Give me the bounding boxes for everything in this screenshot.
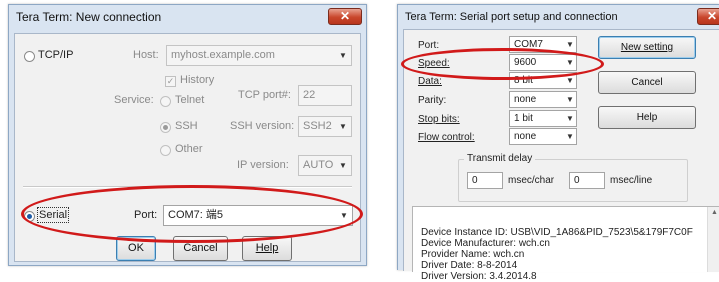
- chevron-down-icon: ▼: [340, 211, 348, 220]
- history-checkbox[interactable]: ✓: [165, 76, 176, 87]
- data-select[interactable]: 8 bit ▼: [509, 72, 577, 89]
- stop-bits-label: Stop bits:: [418, 114, 460, 125]
- char-delay-value: 0: [472, 175, 478, 186]
- other-radio[interactable]: [160, 145, 171, 156]
- device-info-line: Provider Name: wch.cn: [421, 249, 525, 260]
- chevron-down-icon: ▼: [339, 51, 347, 60]
- history-label: History: [180, 74, 215, 86]
- telnet-radio[interactable]: [160, 96, 171, 107]
- ssh-radio[interactable]: [160, 122, 171, 133]
- stop-bits-value: 1 bit: [514, 113, 533, 124]
- chevron-down-icon: ▼: [566, 114, 574, 123]
- port-label: Port:: [134, 209, 158, 221]
- serial-label-text: Serial: [39, 209, 68, 221]
- data-label-text: Data:: [418, 76, 442, 87]
- new-setting-label: New setting: [620, 42, 674, 53]
- data-value: 8 bit: [514, 75, 533, 86]
- tcp-port-label: TCP port#:: [238, 89, 291, 101]
- line-delay-input[interactable]: 0: [569, 172, 605, 189]
- chevron-down-icon: ▼: [339, 161, 347, 170]
- port-label: Port:: [418, 40, 440, 51]
- stop-bits-label-text: Stop bits:: [418, 114, 460, 125]
- tcp-port-value: 22: [303, 89, 316, 101]
- ok-label: OK: [128, 242, 144, 254]
- cancel-label: Cancel: [631, 77, 663, 88]
- other-label: Other: [175, 143, 203, 155]
- transmit-delay-label: Transmit delay: [464, 153, 536, 164]
- ssh-label: SSH: [175, 120, 198, 132]
- chevron-down-icon: ▼: [566, 58, 574, 67]
- ssh-version-value: SSH2: [303, 120, 332, 132]
- flow-control-label-text: Flow control:: [418, 132, 475, 143]
- chevron-down-icon: ▼: [566, 40, 574, 49]
- flow-control-value: none: [514, 131, 537, 142]
- parity-select[interactable]: none ▼: [509, 91, 577, 108]
- ssh-version-label: SSH version:: [230, 120, 295, 132]
- close-icon: ✕: [706, 9, 718, 23]
- chevron-down-icon: ▼: [339, 122, 347, 131]
- dialog-body: TCP/IP Host: myhost.example.com ▼ ✓ Hist…: [14, 33, 361, 262]
- host-label: Host:: [133, 49, 159, 61]
- tcpip-label: TCP/IP: [38, 49, 74, 61]
- dialog-body: Port: Speed: Data: Parity: Stop bits: Fl…: [403, 29, 719, 282]
- stop-bits-select[interactable]: 1 bit ▼: [509, 110, 577, 127]
- parity-label: Parity:: [418, 95, 447, 106]
- tcp-port-input[interactable]: 22: [298, 85, 352, 106]
- help-label: Help: [255, 242, 279, 254]
- cancel-button[interactable]: Cancel: [598, 71, 696, 94]
- chevron-down-icon: ▼: [566, 132, 574, 141]
- flow-control-label: Flow control:: [418, 132, 475, 143]
- telnet-label: Telnet: [175, 94, 205, 106]
- line-delay-unit: msec/line: [610, 175, 653, 186]
- parity-value: none: [514, 94, 537, 105]
- speed-value: 9600: [514, 57, 537, 68]
- cancel-label: Cancel: [183, 242, 218, 254]
- separator: [23, 186, 352, 188]
- device-info-box: Device Instance ID: USB\VID_1A86&PID_752…: [412, 206, 719, 282]
- host-value: myhost.example.com: [171, 49, 275, 61]
- char-delay-unit: msec/char: [508, 175, 555, 186]
- device-info-line: Device Instance ID: USB\VID_1A86&PID_752…: [421, 227, 693, 238]
- close-icon: ✕: [339, 9, 351, 23]
- serial-radio[interactable]: [24, 211, 35, 222]
- help-button[interactable]: Help: [598, 106, 696, 129]
- new-connection-dialog: Tera Term: New connection ✕ TCP/IP Host:…: [8, 4, 367, 266]
- host-input[interactable]: myhost.example.com ▼: [166, 45, 352, 66]
- ip-version-label: IP version:: [237, 159, 289, 171]
- cancel-button[interactable]: Cancel: [173, 236, 228, 261]
- ssh-version-select[interactable]: SSH2 ▼: [298, 116, 352, 137]
- serial-setup-dialog: Tera Term: Serial port setup and connect…: [397, 4, 719, 282]
- tcpip-radio[interactable]: [24, 51, 35, 62]
- port-value: COM7: 端5: [168, 209, 224, 221]
- port-select[interactable]: COM7 ▼: [509, 36, 577, 53]
- ip-version-select[interactable]: AUTO ▼: [298, 155, 352, 176]
- speed-label-text: Speed:: [418, 58, 450, 69]
- dialog-title: Tera Term: New connection: [16, 10, 162, 24]
- close-button[interactable]: ✕: [328, 8, 362, 25]
- serial-label: Serial: [36, 207, 70, 223]
- info-scrollbar[interactable]: ▲: [707, 207, 719, 272]
- line-delay-value: 0: [574, 175, 580, 186]
- data-label: Data:: [418, 76, 442, 87]
- scroll-up-icon[interactable]: ▲: [711, 209, 718, 216]
- chevron-down-icon: ▼: [566, 95, 574, 104]
- speed-select[interactable]: 9600 ▼: [509, 54, 577, 71]
- device-info-line: Driver Version: 3.4.2014.8: [421, 271, 537, 282]
- ip-version-value: AUTO: [303, 159, 334, 171]
- port-value: COM7: [514, 39, 543, 50]
- ok-button[interactable]: OK: [116, 236, 156, 261]
- help-label: Help: [636, 112, 658, 123]
- port-select[interactable]: COM7: 端5 ▼: [163, 205, 353, 226]
- close-button[interactable]: ✕: [697, 8, 719, 25]
- device-info-line: Driver Date: 8-8-2014: [421, 260, 518, 271]
- device-info-line: Device Manufacturer: wch.cn: [421, 238, 550, 249]
- new-setting-button[interactable]: New setting: [598, 36, 696, 59]
- flow-control-select[interactable]: none ▼: [509, 128, 577, 145]
- help-button[interactable]: Help: [242, 236, 292, 261]
- service-label: Service:: [114, 94, 154, 106]
- char-delay-input[interactable]: 0: [467, 172, 503, 189]
- dialog-title: Tera Term: Serial port setup and connect…: [405, 11, 618, 23]
- chevron-down-icon: ▼: [566, 76, 574, 85]
- speed-label: Speed:: [418, 58, 450, 69]
